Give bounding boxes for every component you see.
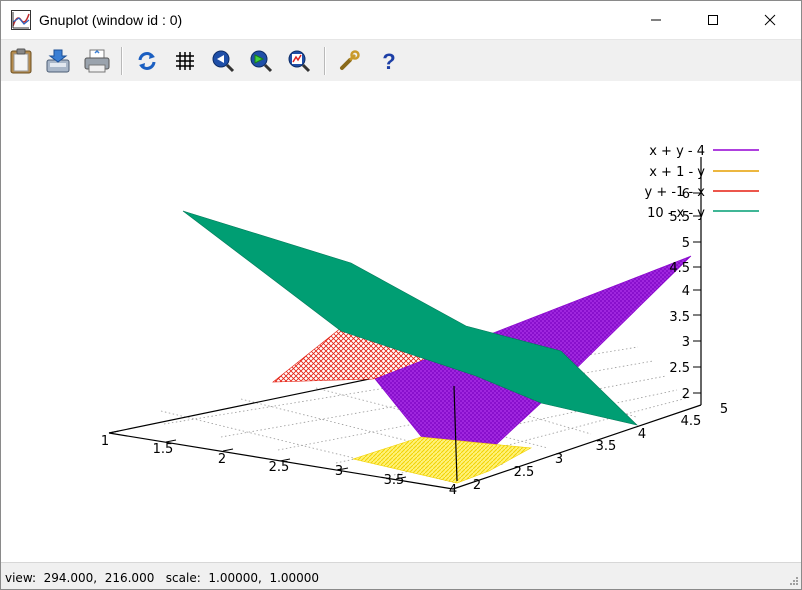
svg-text:?: ? <box>382 49 395 73</box>
legend: x + y - 4 x + 1 - y y + -1 - x 10 - x - … <box>645 144 759 221</box>
refresh-icon <box>138 52 156 70</box>
z-axis-ticks <box>693 192 701 394</box>
zoom-forward-icon <box>250 50 273 73</box>
surface-x-1-y <box>351 436 532 484</box>
maximize-icon <box>708 15 718 25</box>
y-tick-label: 3.5 <box>596 439 617 454</box>
help-button[interactable]: ? <box>374 46 404 76</box>
z-tick-label: 3 <box>682 335 690 350</box>
y-tick-label: 2.5 <box>514 465 535 480</box>
print-button[interactable] <box>82 46 112 76</box>
legend-label: x + y - 4 <box>649 144 705 159</box>
z-tick-label: 2 <box>682 387 690 402</box>
grid-icon <box>176 52 194 70</box>
next-zoom-button[interactable] <box>246 46 276 76</box>
window-title: Gnuplot (window id : 0) <box>39 12 183 28</box>
legend-label: 10 - x - y <box>647 206 705 221</box>
close-button[interactable] <box>747 1 793 39</box>
y-tick-label: 3 <box>555 452 563 467</box>
x-tick-label: 2 <box>218 452 226 467</box>
x-tick-label: 3.5 <box>384 473 405 488</box>
wrench-icon <box>340 50 360 70</box>
close-icon <box>764 14 776 26</box>
x-tick-label: 1 <box>101 434 109 449</box>
copy-clipboard-button[interactable] <box>6 46 36 76</box>
y-tick-label: 2 <box>473 478 481 493</box>
minimize-button[interactable] <box>633 1 679 39</box>
options-button[interactable] <box>334 46 364 76</box>
save-button[interactable] <box>44 46 74 76</box>
x-tick-label: 2.5 <box>269 460 290 475</box>
z-tick-label: 2.5 <box>669 361 690 376</box>
maximize-button[interactable] <box>690 1 736 39</box>
status-text: view: 294.000, 216.000 scale: 1.00000, 1… <box>5 571 320 585</box>
toolbar-separator <box>324 47 326 75</box>
gnuplot-window: Gnuplot (window id : 0) ? 1 1.5 2 2.5 3 … <box>0 0 802 590</box>
zoom-back-icon <box>212 50 235 73</box>
replot-button[interactable] <box>132 46 162 76</box>
plot-area[interactable]: 1 1.5 2 2.5 3 3.5 4 2 2.5 3 3.5 4 4.5 5 <box>1 81 801 561</box>
x-tick-label: 4 <box>449 483 457 498</box>
z-tick-label: 5 <box>682 236 690 251</box>
y-tick-label: 4 <box>638 427 646 442</box>
resize-grip-icon[interactable] <box>787 576 799 588</box>
clipboard-icon <box>10 48 32 74</box>
plot-canvas: 1 1.5 2 2.5 3 3.5 4 2 2.5 3 3.5 4 4.5 5 <box>101 144 759 498</box>
minimize-icon <box>651 19 661 21</box>
y-tick-label: 5 <box>720 402 728 417</box>
previous-zoom-button[interactable] <box>208 46 238 76</box>
grid-button[interactable] <box>170 46 200 76</box>
printer-icon <box>84 49 110 73</box>
status-bar: view: 294.000, 216.000 scale: 1.00000, 1… <box>1 562 801 589</box>
x-tick-label: 3 <box>335 464 343 479</box>
legend-label: x + 1 - y <box>649 165 705 180</box>
z-tick-label: 4 <box>682 284 690 299</box>
autoscale-button[interactable] <box>284 46 314 76</box>
y-tick-label: 4.5 <box>681 414 702 429</box>
legend-label: y + -1 - x <box>645 185 706 200</box>
toolbar-separator <box>121 47 123 75</box>
save-icon <box>46 49 70 73</box>
title-bar: Gnuplot (window id : 0) <box>1 1 801 39</box>
z-tick-label: 3.5 <box>669 310 690 325</box>
help-icon: ? <box>382 49 395 73</box>
toolbar: ? <box>1 39 801 82</box>
gnuplot-app-icon <box>11 10 31 30</box>
zoom-fit-icon <box>288 50 311 73</box>
z-tick-label: 4.5 <box>669 261 690 276</box>
x-tick-label: 1.5 <box>153 442 174 457</box>
